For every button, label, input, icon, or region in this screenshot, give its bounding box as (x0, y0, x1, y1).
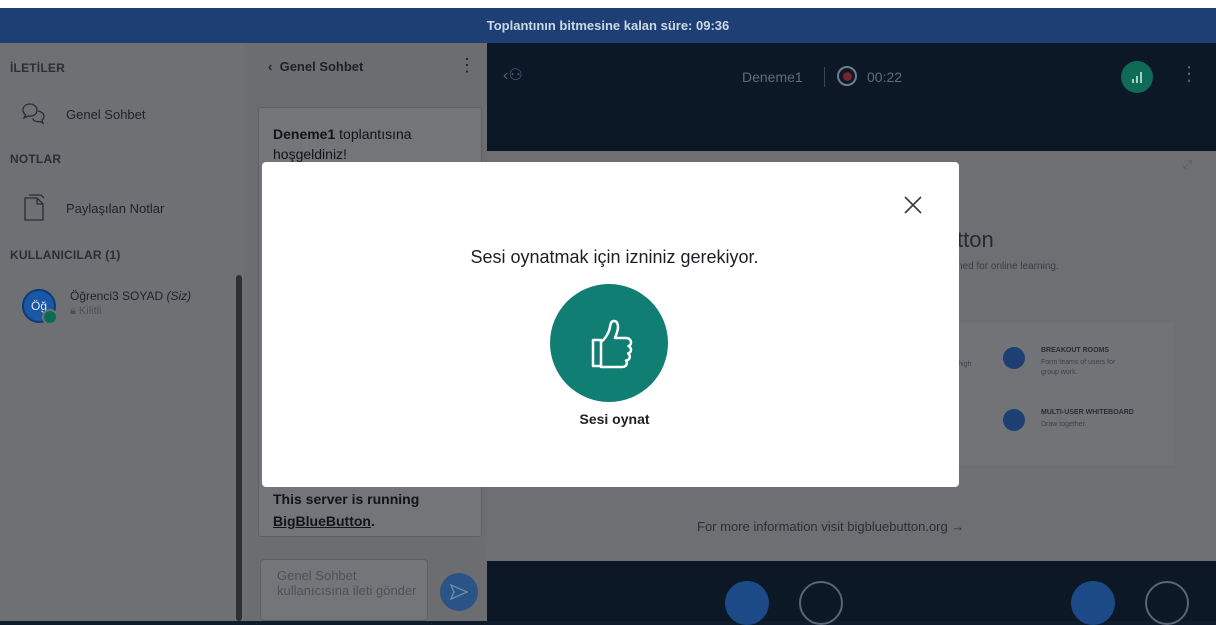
send-message-button[interactable] (440, 573, 478, 611)
chat-title: Genel Sohbet (279, 59, 364, 74)
sidebar-item-label: Genel Sohbet (66, 106, 146, 122)
chat-back-button[interactable]: ‹ Genel Sohbet (268, 59, 363, 74)
fullscreen-icon[interactable]: ⤢ (1183, 159, 1192, 172)
sidebar-item-public-chat[interactable]: Genel Sohbet (20, 100, 146, 128)
audio-button[interactable] (725, 581, 769, 625)
modal-title: Sesi oynatmak için izniniz gerekiyor. (470, 247, 759, 267)
recording-time: 00:22 (867, 69, 903, 85)
send-icon (450, 584, 468, 600)
toggle-user-list-button[interactable]: ‹⚇ (503, 65, 523, 85)
feature-title: BREAKOUT ROOMS (1041, 347, 1110, 354)
feature-breakout-rooms: BREAKOUT ROOMS Form teams of users for g… (1003, 347, 1127, 378)
divider (824, 67, 825, 87)
meeting-title: Deneme1 (742, 69, 803, 85)
chat-bubbles-icon (20, 100, 48, 128)
chat-welcome-message: Deneme1 toplantısına hoşgeldiniz! (273, 124, 463, 164)
close-icon[interactable] (902, 194, 924, 216)
chat-options-icon[interactable]: ⋮ (458, 55, 476, 76)
feature-title: MULTI-USER WHITEBOARD (1041, 409, 1134, 416)
share-webcam-button[interactable] (799, 581, 843, 625)
slide-more-info: For more information visit bigbluebutton… (697, 519, 965, 534)
note-icon (20, 194, 48, 222)
breakout-icon (1003, 347, 1025, 369)
user-status-text: Kilitli (78, 305, 102, 317)
audio-permission-modal: Sesi oynatmak için izniniz gerekiyor. Se… (262, 162, 959, 487)
welcome-meeting-name: Deneme1 (273, 126, 336, 142)
voice-status-icon (42, 309, 58, 325)
play-audio-button[interactable] (550, 284, 668, 402)
meeting-timer-bar: Toplantının bitmesine kalan süre: 09:36 (0, 8, 1216, 43)
slide-feature-panel: ing high G n. BREAKOUT ROOMS Form teams … (947, 323, 1173, 465)
connection-status-button[interactable] (1121, 61, 1153, 93)
messages-section-header: İLETİLER (10, 61, 65, 75)
raise-hand-button[interactable] (1145, 581, 1189, 625)
chat-message-input[interactable]: Genel Sohbet kullanıcısına ileti gönder (260, 559, 428, 621)
signal-bars-icon (1132, 72, 1142, 83)
feature-desc: Draw together. (1041, 421, 1087, 428)
actions-bar (487, 561, 1216, 625)
presentation-toggle-button[interactable] (1071, 581, 1115, 625)
user-list-toggle-icon: ‹⚇ (503, 67, 523, 84)
notes-section-header: NOTLAR (10, 152, 62, 166)
thumbs-up-icon (591, 319, 633, 369)
bigbluebutton-link[interactable]: BigBlueButton (273, 513, 371, 529)
options-menu-icon[interactable]: ⋮ (1179, 61, 1199, 86)
feature-whiteboard: MULTI-USER WHITEBOARD Draw together. (1003, 409, 1134, 431)
user-lock-status: 🔒︎ Kilitli (70, 305, 191, 318)
browser-chrome-strip (0, 0, 1216, 8)
user-list-item[interactable]: Öğ Öğrenci3 SOYAD (Siz) 🔒︎ Kilitli (22, 289, 191, 325)
user-name: Öğrenci3 SOYAD (Siz) (70, 289, 191, 303)
lock-icon: 🔒︎ (70, 305, 76, 317)
sidebar-scrollbar[interactable] (236, 275, 242, 621)
chevron-left-icon: ‹ (268, 59, 273, 74)
chat-server-message: This server is running BigBlueButton. (273, 491, 420, 529)
feature-desc: Form teams of users for group work. (1041, 359, 1116, 376)
nav-bar: ‹⚇ Deneme1 00:22 ⋮ (487, 43, 1216, 151)
user-list-sidebar: İLETİLER Genel Sohbet NOTLAR Paylaşılan … (0, 43, 244, 621)
meeting-timer-text: Toplantının bitmesine kalan süre: 09:36 (486, 18, 730, 33)
user-you-tag: (Siz) (166, 289, 192, 303)
users-section-header: KULLANICILAR (1) (10, 248, 121, 262)
record-icon[interactable] (837, 66, 857, 86)
user-name-text: Öğrenci3 SOYAD (70, 289, 164, 303)
sidebar-item-label: Paylaşılan Notlar (66, 200, 165, 216)
slide-title: tton (957, 227, 994, 252)
avatar: Öğ (22, 289, 58, 325)
whiteboard-icon (1003, 409, 1025, 431)
play-audio-label: Sesi oynat (579, 411, 650, 427)
sidebar-item-shared-notes[interactable]: Paylaşılan Notlar (20, 194, 164, 222)
slide-subtitle: ned for online learning. (957, 261, 1059, 272)
server-message-text: This server is running (273, 491, 420, 507)
